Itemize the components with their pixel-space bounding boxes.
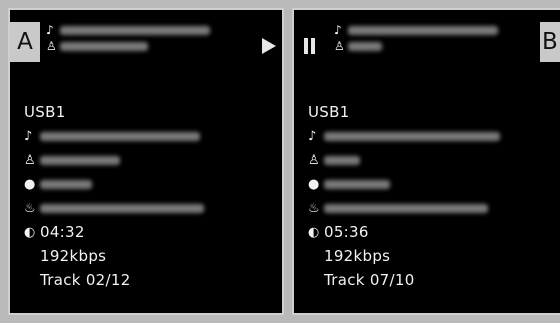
artist-icon: ♙ [334,39,345,53]
genre-icon: ♨ [308,200,320,216]
play-icon[interactable] [262,38,276,54]
source-label: USB1 [24,103,66,121]
source-label: USB1 [308,103,350,121]
music-note-icon: ♪ [24,128,33,144]
genre-icon: ♨ [24,200,36,216]
album-redacted [324,179,390,189]
title-redacted [324,131,500,141]
artist-redacted [60,41,148,51]
track-number: Track 02/12 [40,271,131,289]
clock-icon: ◐ [308,224,320,240]
artist-redacted [324,155,360,165]
artist-icon: ♙ [308,152,320,168]
artist-icon: ♙ [24,152,36,168]
music-note-icon: ♪ [308,128,317,144]
clock-icon: ◐ [24,224,36,240]
deck-a-badge[interactable]: A [10,22,40,62]
music-note-icon: ♪ [334,23,342,37]
track-title-redacted [60,25,210,35]
album-redacted [40,179,92,189]
now-playing-header: ♪ ♙ [334,22,498,54]
track-info: USB1 ♪ ♙ ● ♨ ◐ 05:36 192kbps Track 07/10 [308,100,558,292]
artist-redacted [348,41,382,51]
deck-b-badge[interactable]: B [540,22,560,62]
album-icon: ● [308,176,320,192]
bitrate: 192kbps [324,247,391,265]
track-info: USB1 ♪ ♙ ● ♨ ◐ 04:32 192kbps Track 02/12 [24,100,274,292]
track-number: Track 07/10 [324,271,415,289]
deck-b-panel: B ♪ ♙ USB1 ♪ ♙ ● ♨ ◐ 05:36 192kbps Track… [292,8,560,315]
track-time: 04:32 [40,223,85,241]
deck-a-panel: A ♪ ♙ USB1 ♪ ♙ ● ♨ ◐ 04:32 192kbps Track… [8,8,284,315]
album-icon: ● [24,176,36,192]
artist-redacted [40,155,120,165]
title-redacted [40,131,200,141]
pause-icon[interactable] [304,38,318,54]
track-title-redacted [348,25,498,35]
music-note-icon: ♪ [46,23,54,37]
genre-redacted [324,203,488,213]
artist-icon: ♙ [46,39,57,53]
bitrate: 192kbps [40,247,107,265]
genre-redacted [40,203,204,213]
now-playing-header: ♪ ♙ [46,22,210,54]
track-time: 05:36 [324,223,369,241]
